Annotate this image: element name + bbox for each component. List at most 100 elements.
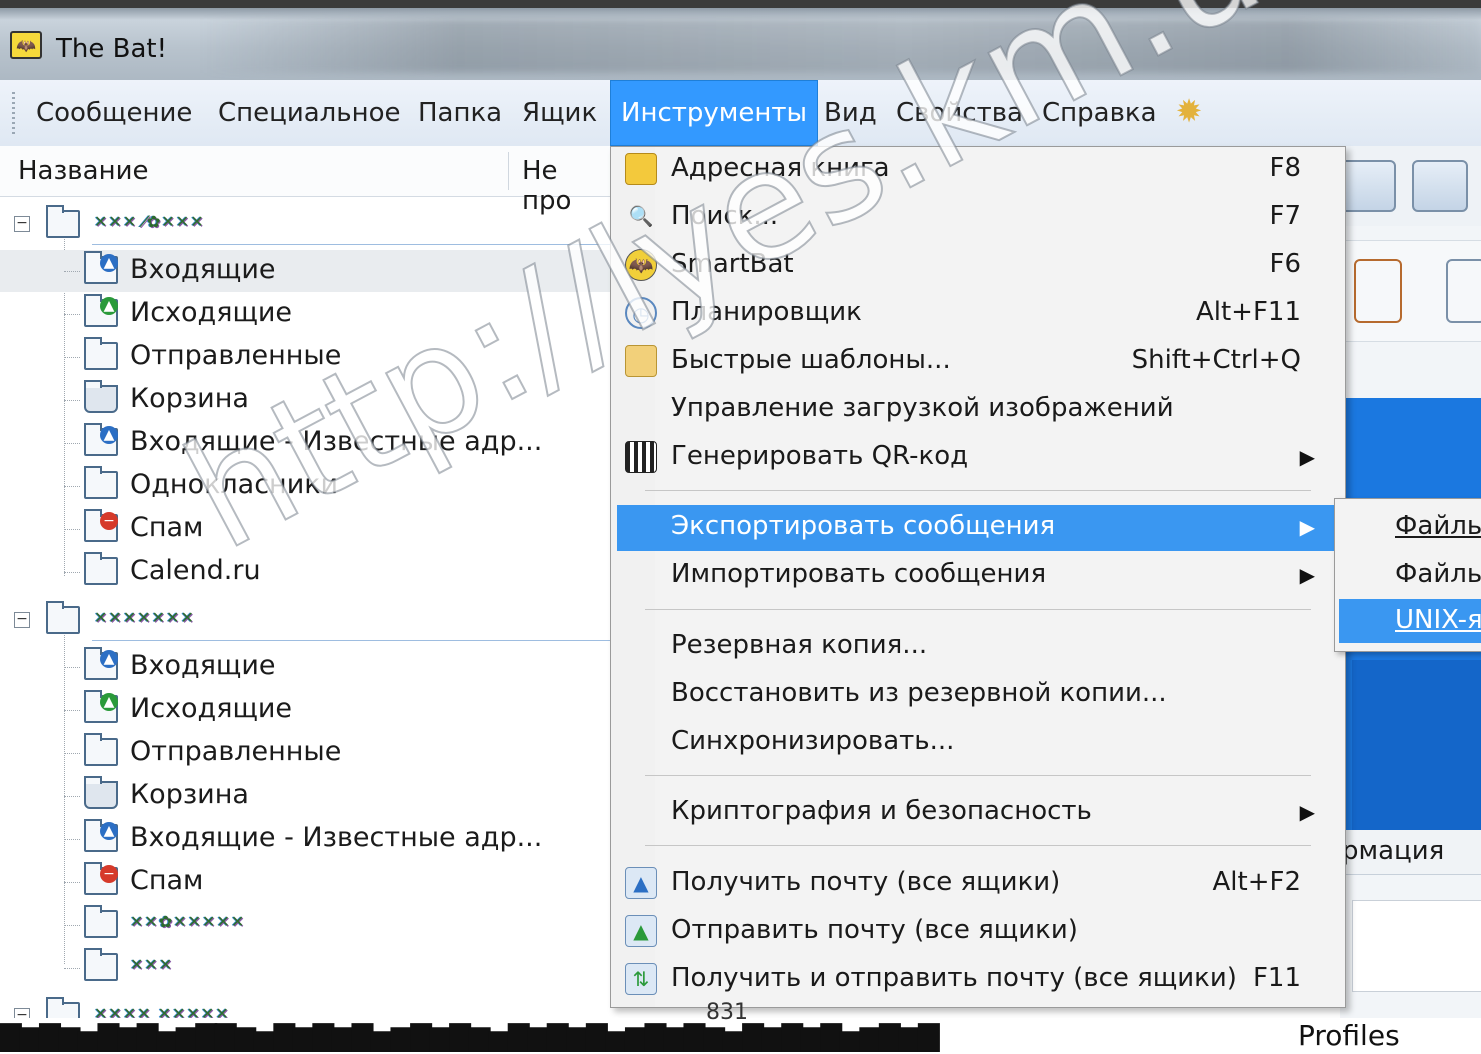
menu-item-send-receive-all[interactable]: ⇅ Получить и отправить почту (все ящики)… — [617, 957, 1337, 1003]
folder-icon — [84, 466, 118, 499]
spam-icon: − — [84, 509, 118, 542]
window-title: The Bat! — [56, 34, 168, 64]
menu-separator — [645, 609, 1311, 610]
forward-icon[interactable] — [1412, 160, 1468, 212]
bat-app-icon: 🦇 — [10, 31, 42, 59]
menu-item-search[interactable]: 🔍 Поиск... F7 — [617, 195, 1337, 241]
menu-folder[interactable]: Папка — [418, 96, 502, 130]
menu-item-send-all[interactable]: ▲ Отправить почту (все ящики) — [617, 909, 1337, 955]
folder-row[interactable]: Корзина — [0, 775, 612, 817]
menubar-grip[interactable] — [12, 92, 15, 134]
title-bar: 🦇 The Bat! — [0, 0, 1481, 80]
folder-row[interactable]: Отправленные — [0, 732, 612, 774]
menu-item-smartbat[interactable]: 🦇 SmartBat F6 — [617, 243, 1337, 289]
folder-row[interactable]: − Спам — [0, 508, 612, 550]
menu-separator — [645, 490, 1311, 491]
folder-row[interactable]: Calend.ru — [0, 551, 612, 593]
collapse-icon[interactable]: − — [14, 216, 30, 232]
right-toolbar — [1340, 146, 1481, 226]
folder-row[interactable]: Корзина — [0, 379, 612, 421]
folder-column-header: Название Не про — [0, 146, 612, 216]
account-node[interactable]: − ✕✕✕ ⁄✿✕✕✕ — [0, 204, 612, 246]
folder-row[interactable]: ✕✕✕ — [0, 947, 612, 989]
menu-item-image-loading[interactable]: Управление загрузкой изображений — [617, 387, 1337, 433]
menu-separator — [645, 845, 1311, 846]
inbox-icon: ▲ — [84, 251, 118, 284]
folder-row[interactable]: ▲ Исходящие — [0, 689, 612, 731]
bottom-number: 831 — [706, 1000, 748, 1025]
menu-item-address-book[interactable]: Адресная книга F8 — [617, 147, 1337, 193]
folder-row[interactable]: − Спам — [0, 861, 612, 903]
submenu-item-files-1[interactable]: Файлы — [1339, 505, 1481, 549]
menu-item-scheduler[interactable]: ◷ Планировщик Alt+F11 — [617, 291, 1337, 337]
overlapping-status-text: ▇▆▇▆▅▇▆▇▅▆▇▇▆▅▇▆▇▆▇▅▆▇▆▇▆▅▇▆▇▆▇▅▆▇▆▇▆▅▇▆… — [0, 1019, 940, 1052]
menu-view[interactable]: Вид — [824, 96, 877, 130]
menu-item-crypto[interactable]: Криптография и безопасность ▶ — [617, 790, 1337, 836]
folder-row[interactable]: Отправленные — [0, 336, 612, 378]
receive-mail-icon: ▲ — [625, 867, 657, 899]
submenu-arrow-icon: ▶ — [1299, 445, 1315, 469]
profiles-label: Profiles — [1292, 1018, 1400, 1054]
outbox-icon: ▲ — [84, 690, 118, 723]
tools-menu: Адресная книга F8 🔍 Поиск... F7 🦇 SmartBat… — [610, 146, 1346, 1008]
folder-row[interactable]: ✕✕✿✕✕✕✕✕ — [0, 904, 612, 946]
menu-help[interactable]: Справка — [1042, 96, 1157, 130]
folder-icon — [46, 601, 80, 634]
menu-properties[interactable]: Свойства — [896, 96, 1023, 130]
reply-icon[interactable] — [1340, 160, 1396, 212]
folder-row[interactable]: ▲ Входящие - Известные адр... — [0, 818, 612, 860]
outbox-icon: ▲ — [84, 294, 118, 327]
inbox-icon: ▲ — [84, 819, 118, 852]
menu-item-export-messages[interactable]: Экспортировать сообщения ▶ — [617, 505, 1337, 551]
template-icon — [625, 345, 657, 377]
redacted-account-name: ✕✕✕✕✕✕✕ — [94, 608, 195, 627]
column-separator — [508, 152, 509, 190]
menu-item-restore[interactable]: Восстановить из резервной копии... — [617, 672, 1337, 718]
redacted-folder-name: ✕✕✿✕✕✕✕✕ — [130, 912, 246, 931]
column-name-header[interactable]: Название — [18, 156, 148, 186]
collapse-icon[interactable]: − — [14, 612, 30, 628]
submenu-arrow-icon: ▶ — [1299, 515, 1315, 539]
submenu-item-unix[interactable]: UNIX-я — [1339, 599, 1481, 643]
menu-special[interactable]: Специальное — [218, 96, 401, 130]
menu-tools[interactable]: Инструменты — [610, 80, 819, 146]
sent-folder-icon — [84, 733, 118, 766]
inbox-icon: ▲ — [84, 647, 118, 680]
export-submenu: Файлы Файлы UNIX-я — [1334, 498, 1481, 652]
account-node[interactable]: − ✕✕✕✕✕✕✕ — [0, 600, 612, 642]
bat-icon: 🦇 — [625, 249, 657, 281]
info-tab[interactable]: рмация — [1340, 830, 1481, 875]
menu-item-synchronize[interactable]: Синхронизировать... — [617, 720, 1337, 766]
layout-icon[interactable] — [1446, 259, 1481, 323]
inbox-icon: ▲ — [84, 423, 118, 456]
menu-item-quick-templates[interactable]: Быстрые шаблоны... Shift+Ctrl+Q — [617, 339, 1337, 385]
folder-row[interactable]: Однокласники — [0, 465, 612, 507]
menu-item-qr-code[interactable]: Генерировать QR-код ▶ — [617, 435, 1337, 481]
clock-icon: ◷ — [625, 297, 657, 329]
folder-row[interactable]: ▲ Входящие — [0, 250, 612, 292]
trash-icon — [84, 380, 118, 413]
right-toolbar-secondary — [1340, 240, 1481, 342]
redacted-folder-name: ✕✕✕ — [130, 955, 174, 974]
folder-row[interactable]: ▲ Входящие - Известные адр... — [0, 422, 612, 464]
folder-row[interactable]: ▲ Входящие — [0, 646, 612, 688]
folder-icon — [84, 552, 118, 585]
title-bar-blurred-area — [200, 18, 1481, 73]
search-icon: 🔍 — [628, 204, 654, 228]
menu-item-receive-all[interactable]: ▲ Получить почту (все ящики) Alt+F2 — [617, 861, 1337, 907]
folder-icon — [46, 205, 80, 238]
submenu-item-files-2[interactable]: Файлы — [1339, 553, 1481, 597]
spam-icon: − — [84, 862, 118, 895]
menu-bar: Сообщение Специальное Папка Ящик Инструм… — [0, 80, 1481, 147]
menu-message[interactable]: Сообщение — [36, 96, 192, 130]
preview-area-inner — [1352, 660, 1481, 830]
menu-item-backup[interactable]: Резервная копия... — [617, 624, 1337, 670]
send-mail-icon: ▲ — [625, 915, 657, 947]
folder-row[interactable]: ▲ Исходящие — [0, 293, 612, 335]
menu-item-import-messages[interactable]: Импортировать сообщения ▶ — [617, 553, 1337, 599]
folder-tree-icon[interactable] — [1354, 259, 1402, 323]
menu-box[interactable]: Ящик — [522, 96, 597, 130]
sent-folder-icon — [84, 337, 118, 370]
submenu-arrow-icon: ▶ — [1299, 563, 1315, 587]
gear-icon[interactable]: ✹ — [1172, 94, 1206, 128]
